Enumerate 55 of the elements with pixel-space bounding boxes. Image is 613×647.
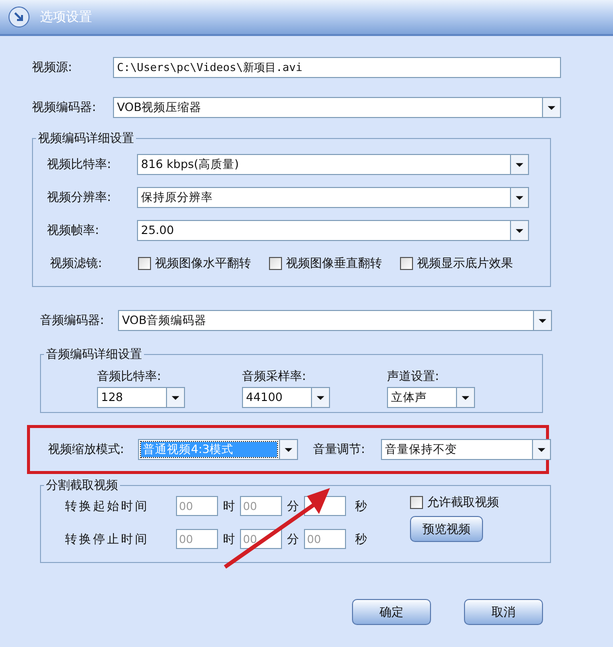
checkbox[interactable] (138, 256, 151, 270)
caret-icon (456, 388, 474, 407)
caret-icon (279, 440, 297, 459)
dropdown[interactable]: VOB视频压缩器 (113, 96, 561, 118)
checkbox-label: 视频图像垂直翻转 (286, 256, 382, 270)
caret-icon (311, 388, 329, 407)
group-title: 音频编码详细设置 (44, 347, 144, 361)
caret-icon (533, 310, 551, 330)
unit-label: 分 (286, 532, 300, 546)
checkbox[interactable] (400, 256, 413, 270)
field-label: 视频比特率: (47, 156, 112, 172)
caret-icon (166, 388, 184, 407)
dropdown[interactable]: 立体声 (387, 387, 475, 408)
field-label: 视频编码器: (32, 100, 98, 114)
field-label: 转换起始时间 (65, 498, 150, 514)
unit-label: 时 (222, 532, 236, 546)
field-label: 转换停止时间 (65, 532, 150, 546)
ok-button[interactable]: 确定 (352, 599, 431, 625)
group-title: 分割截取视频 (44, 478, 120, 492)
field-label: 音量调节: (313, 442, 366, 457)
caret-icon (510, 154, 528, 174)
dropdown[interactable]: VOB音频编码器 (118, 310, 552, 330)
group-title: 视频编码详细设置 (36, 131, 136, 145)
field-label: 视频分辨率: (47, 190, 112, 204)
field-label: 音频编码器: (40, 312, 106, 328)
caret-icon (542, 98, 560, 116)
caret-icon (510, 220, 528, 240)
dropdown[interactable]: 128 (97, 387, 185, 408)
unit-label: 秒 (354, 498, 368, 514)
unit-label: 秒 (354, 532, 368, 546)
cancel-button[interactable]: 取消 (464, 599, 543, 625)
field-label: 视频缩放模式: (48, 442, 126, 457)
checkbox-label: 视频图像水平翻转 (155, 256, 251, 270)
field-label: 视频滤镜: (49, 256, 104, 270)
dropdown[interactable]: 保持原分辨率 (137, 186, 529, 208)
field-label: 视频帧率: (47, 222, 100, 238)
dropdown[interactable]: 25.00 (137, 220, 529, 240)
preview-button[interactable]: 预览视频 (410, 516, 483, 542)
checkbox[interactable] (410, 496, 423, 509)
checkbox[interactable] (269, 256, 282, 270)
dropdown[interactable]: 音量保持不变 (381, 439, 551, 460)
unit-label: 分 (286, 498, 300, 514)
field-label: 声道设置: (387, 369, 440, 384)
field-label: 音频采样率: (242, 369, 308, 384)
dropdown[interactable]: 816 kbps(高质量) (137, 154, 529, 174)
dropdown[interactable]: 44100 (242, 387, 330, 408)
path-field[interactable]: C:\Users\pc\Videos\新项目.avi (113, 56, 561, 78)
checkbox-label: 视频显示底片效果 (417, 256, 513, 270)
caret-icon (510, 188, 528, 206)
checkbox-label: 允许截取视频 (427, 495, 499, 510)
caret-icon (532, 440, 550, 459)
field-label: 音频比特率: (97, 369, 162, 384)
window-title: 选项设置 (40, 10, 92, 24)
unit-label: 时 (222, 498, 236, 514)
field-label: 视频源: (32, 60, 74, 74)
